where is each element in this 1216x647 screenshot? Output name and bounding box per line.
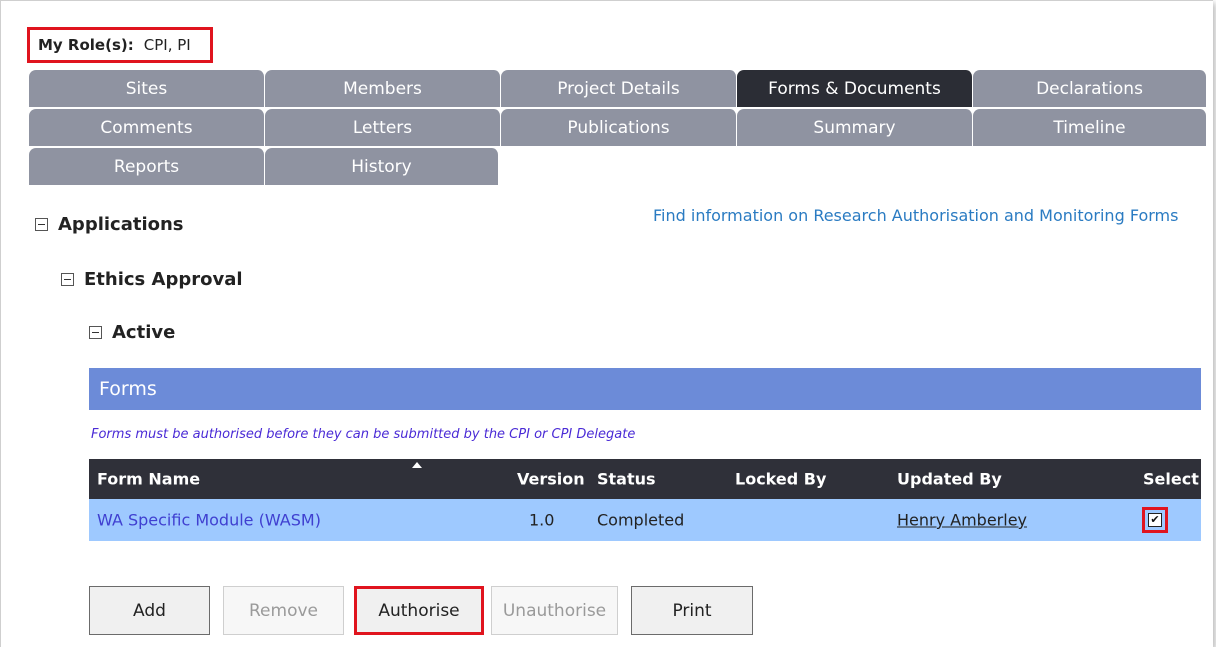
col-form-name[interactable]: Form Name [97, 470, 200, 489]
unauthorise-button[interactable]: Unauthorise [491, 586, 618, 635]
tab-members[interactable]: Members [265, 70, 501, 107]
applications-node: Applications [35, 214, 184, 235]
table-row[interactable]: WA Specific Module (WASM) 1.0 Completed … [89, 499, 1201, 541]
tab-publications[interactable]: Publications [501, 109, 737, 146]
col-status[interactable]: Status [597, 470, 656, 489]
applications-label: Applications [58, 214, 184, 235]
form-name-link[interactable]: WA Specific Module (WASM) [97, 511, 321, 530]
my-roles-box: My Role(s): CPI, PI [27, 27, 213, 63]
tab-forms-documents[interactable]: Forms & Documents [737, 70, 973, 107]
sort-ascending-icon [412, 462, 422, 468]
print-button[interactable]: Print [631, 586, 753, 635]
my-roles-label: My Role(s): [38, 36, 134, 54]
add-button[interactable]: Add [89, 586, 210, 635]
tab-declarations[interactable]: Declarations [973, 70, 1207, 107]
col-updated-by[interactable]: Updated By [897, 470, 1002, 489]
active-label: Active [112, 322, 176, 343]
col-locked-by[interactable]: Locked By [735, 470, 826, 489]
tab-letters[interactable]: Letters [265, 109, 501, 146]
my-roles-value: CPI, PI [143, 36, 191, 54]
form-status: Completed [597, 510, 685, 530]
form-version: 1.0 [529, 510, 555, 530]
authorise-button[interactable]: Authorise [354, 586, 484, 635]
forms-title: Forms [99, 378, 157, 400]
tab-comments[interactable]: Comments [29, 109, 265, 146]
col-version[interactable]: Version [517, 470, 585, 489]
forms-table-header: Form Name Version Status Locked By Updat… [89, 459, 1201, 499]
tab-project-details[interactable]: Project Details [501, 70, 737, 107]
select-checkbox[interactable]: ✔ [1148, 513, 1162, 527]
authorisation-notice: Forms must be authorised before they can… [91, 427, 636, 442]
tab-reports[interactable]: Reports [29, 148, 265, 185]
active-node: Active [89, 322, 175, 343]
collapse-icon[interactable] [35, 218, 48, 231]
updated-by-link[interactable]: Henry Amberley [897, 511, 1027, 530]
tab-history[interactable]: History [265, 148, 499, 185]
forms-section-header: Forms [89, 368, 1201, 410]
select-highlight: ✔ [1142, 507, 1168, 533]
ethics-approval-node: Ethics Approval [61, 269, 243, 290]
page-frame: My Role(s): CPI, PI Sites Members Projec… [0, 0, 1213, 647]
tab-summary[interactable]: Summary [737, 109, 973, 146]
research-forms-info-link[interactable]: Find information on Research Authorisati… [653, 206, 1178, 225]
tab-timeline[interactable]: Timeline [973, 109, 1207, 146]
collapse-icon[interactable] [89, 326, 102, 339]
collapse-icon[interactable] [61, 273, 74, 286]
ethics-approval-label: Ethics Approval [84, 269, 243, 290]
remove-button[interactable]: Remove [223, 586, 344, 635]
col-select[interactable]: Select [1143, 470, 1199, 489]
tab-sites[interactable]: Sites [29, 70, 265, 107]
